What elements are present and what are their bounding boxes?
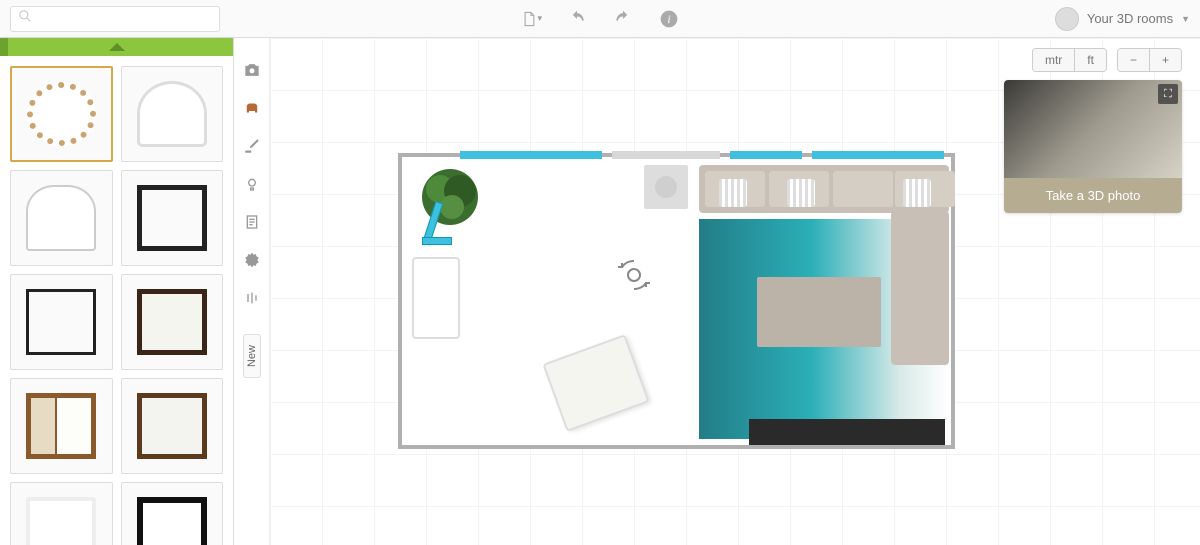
catalog-item[interactable] [121,274,224,370]
catalog-collapse-tab[interactable] [0,38,233,56]
rotate-gizmo-icon[interactable] [616,257,652,293]
catalog-item[interactable] [121,482,224,545]
caret-up-icon [109,43,125,51]
redo-button[interactable] [612,8,634,30]
new-document-button[interactable]: ▾ [520,8,542,30]
window-segment[interactable] [612,151,720,159]
catalog-item[interactable] [10,274,113,370]
unit-zoom-row: mtr ft − + [1004,48,1182,72]
undo-button[interactable] [566,8,588,30]
camera-tool-icon[interactable] [240,58,264,82]
unit-mtr-button[interactable]: mtr [1033,49,1074,71]
catalog-panel [0,38,234,545]
chevron-down-icon: ▼ [1181,14,1190,24]
new-button[interactable]: New [243,334,261,378]
paint-tool-icon[interactable] [240,134,264,158]
unit-toggle: mtr ft [1032,48,1107,72]
svg-text:i: i [667,13,670,26]
catalog-item[interactable] [10,482,113,545]
door-object[interactable] [422,199,454,245]
coffee-table-object[interactable] [757,277,881,347]
floorplan-canvas[interactable]: mtr ft − + ⛶ Take a 3D photo [270,38,1200,545]
catalog-item[interactable] [121,66,224,162]
unit-ft-button[interactable]: ft [1074,49,1106,71]
tool-strip: New [234,38,270,545]
ottoman-object[interactable] [542,334,649,432]
catalog-item[interactable] [10,66,113,162]
window-segment[interactable] [812,151,944,159]
armchair-object[interactable] [412,257,460,339]
window-segment[interactable] [730,151,802,159]
window-segment[interactable] [460,151,602,159]
search-icon [18,9,32,28]
room-outline[interactable] [398,153,955,449]
user-menu[interactable]: Your 3D rooms ▼ [1055,7,1190,31]
catalog-item[interactable] [10,378,113,474]
top-center-tools: ▾ i [520,8,680,30]
preview-thumbnail[interactable]: ⛶ [1004,80,1182,178]
catalog-item[interactable] [121,378,224,474]
catalog-item[interactable] [121,170,224,266]
furniture-tool-icon[interactable] [240,96,264,120]
search-input[interactable] [10,6,220,32]
layers-tool-icon[interactable] [240,286,264,310]
side-table-object[interactable] [644,165,688,209]
take-3d-photo-button[interactable]: Take a 3D photo [1004,178,1182,213]
preview-card: ⛶ Take a 3D photo [1004,80,1182,213]
lighting-tool-icon[interactable] [240,172,264,196]
tv-console-object[interactable] [749,419,945,445]
settings-tool-icon[interactable] [240,248,264,272]
user-menu-label: Your 3D rooms [1087,11,1173,26]
search-wrap [10,6,220,32]
avatar [1055,7,1079,31]
info-button[interactable]: i [658,8,680,30]
zoom-in-button[interactable]: + [1149,49,1181,71]
notes-tool-icon[interactable] [240,210,264,234]
catalog-grid [0,56,233,545]
main-area: New [0,38,1200,545]
expand-icon[interactable]: ⛶ [1158,84,1178,104]
catalog-item[interactable] [10,170,113,266]
top-bar: ▾ i Your 3D rooms ▼ [0,0,1200,38]
zoom-control: − + [1117,48,1182,72]
right-panel: mtr ft − + ⛶ Take a 3D photo [1004,48,1182,213]
zoom-out-button[interactable]: − [1118,49,1149,71]
